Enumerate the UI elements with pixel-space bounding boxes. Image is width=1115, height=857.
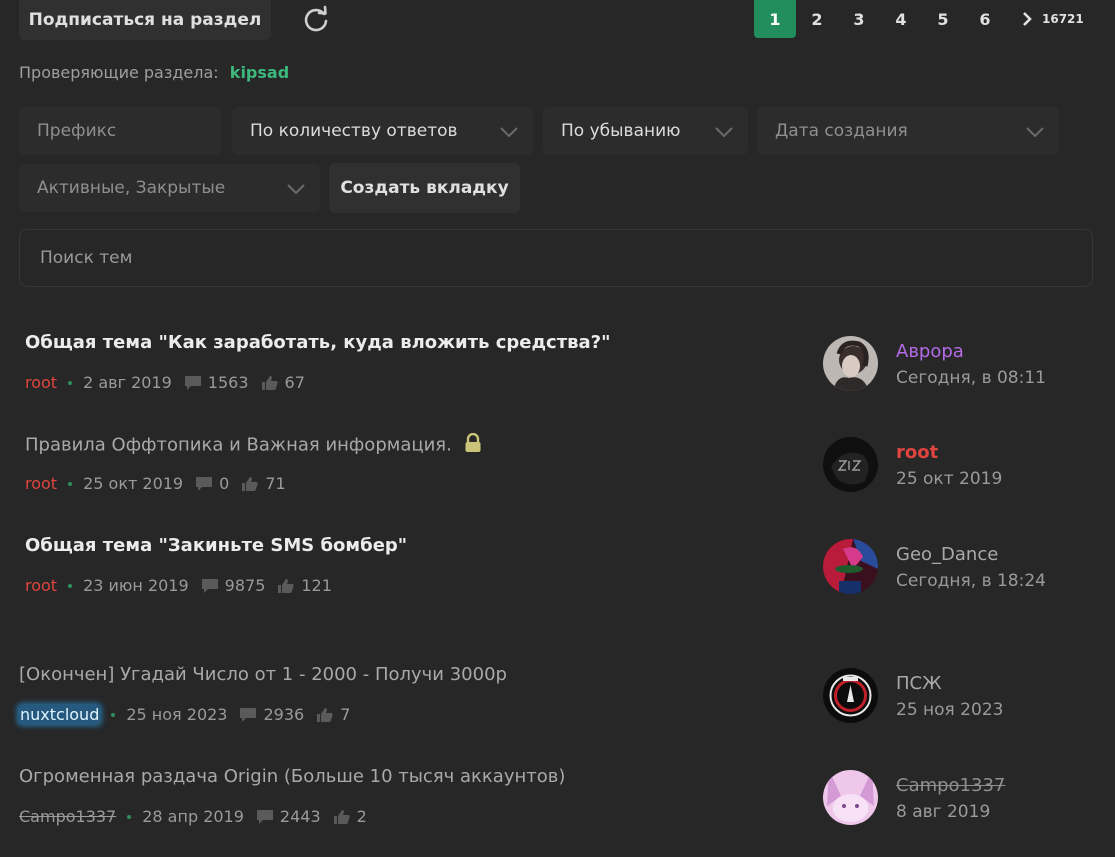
last-post-user[interactable]: Geo_Dance	[896, 544, 998, 565]
thread-author[interactable]: root	[25, 576, 57, 595]
thread-title[interactable]: Общая тема "Закиньте SMS бомбер"	[25, 535, 407, 556]
comment-icon	[256, 809, 274, 825]
section-reviewers: Проверяющие раздела: kipsad	[19, 63, 289, 82]
thumbs-up-icon	[241, 476, 259, 492]
avatar[interactable]	[823, 437, 878, 492]
thread-date: 23 июн 2019	[83, 576, 189, 595]
thread-likes: 121	[301, 576, 332, 595]
reviewer-link[interactable]: kipsad	[230, 63, 289, 82]
thread-date: 2 авг 2019	[83, 373, 172, 392]
last-post-date[interactable]: 8 авг 2019	[896, 802, 990, 822]
thread-title[interactable]: Общая тема "Как заработать, куда вложить…	[25, 332, 611, 353]
last-post-date[interactable]: Сегодня, в 18:24	[896, 571, 1046, 591]
thread-author[interactable]: nuxtcloud	[19, 705, 101, 724]
thumbs-up-icon	[316, 707, 334, 723]
thread-row[interactable]: Огроменная раздача Origin (Больше 10 тыс…	[0, 759, 1115, 855]
create-tab-button[interactable]: Создать вкладку	[329, 163, 520, 213]
comment-icon	[195, 476, 213, 492]
date-created-label: Дата создания	[775, 121, 908, 141]
thread-date: 28 апр 2019	[142, 807, 244, 826]
separator-dot	[111, 712, 116, 717]
state-label: Активные, Закрытые	[37, 178, 226, 198]
last-post-user[interactable]: Campo1337	[896, 775, 1005, 796]
avatar[interactable]	[823, 539, 878, 594]
avatar[interactable]	[823, 336, 878, 391]
reviewers-label: Проверяющие раздела:	[19, 63, 219, 82]
thread-date: 25 окт 2019	[83, 474, 184, 493]
avatar[interactable]	[823, 668, 878, 723]
chevron-down-icon	[286, 180, 306, 200]
thread-row[interactable]: [Окончен] Угадай Число от 1 - 2000 - Пол…	[0, 657, 1115, 753]
last-post-user[interactable]: ПСЖ	[896, 673, 942, 694]
thumbs-up-icon	[277, 578, 295, 594]
thread-likes: 67	[284, 373, 305, 392]
date-created-select[interactable]: Дата создания	[757, 107, 1059, 155]
page-5-link[interactable]: 5	[922, 0, 964, 38]
thread-row[interactable]: Правила Оффтопика и Важная информация. r…	[0, 426, 1115, 522]
order-label: По убыванию	[561, 121, 681, 141]
thread-likes: 2	[356, 807, 367, 826]
separator-dot	[127, 814, 132, 819]
search-placeholder: Поиск тем	[40, 248, 133, 268]
prefix-filter[interactable]: Префикс	[19, 107, 222, 155]
lock-icon	[464, 432, 482, 458]
thread-title-container: Правила Оффтопика и Важная информация.	[25, 432, 482, 458]
thread-replies: 1563	[207, 373, 249, 392]
page-1-link[interactable]: 1	[754, 0, 796, 38]
thread-title[interactable]: [Окончен] Угадай Число от 1 - 2000 - Пол…	[19, 664, 507, 685]
search-input[interactable]: Поиск тем	[19, 229, 1093, 287]
prefix-filter-label: Префикс	[37, 121, 117, 141]
refresh-icon[interactable]	[298, 2, 334, 38]
last-post-user[interactable]: root	[896, 442, 938, 463]
avatar[interactable]	[823, 770, 878, 825]
thread-replies: 2443	[279, 807, 321, 826]
chevron-down-icon	[1025, 123, 1045, 143]
thread-author[interactable]: root	[25, 474, 57, 493]
thread-likes: 7	[340, 705, 351, 724]
page-3-link[interactable]: 3	[838, 0, 880, 38]
thread-date: 25 ноя 2023	[126, 705, 228, 724]
page-2-link[interactable]: 2	[796, 0, 838, 38]
thread-likes: 71	[265, 474, 286, 493]
thread-replies: 9875	[224, 576, 266, 595]
page-last-link[interactable]: 16721	[1042, 12, 1084, 26]
page-4-link[interactable]: 4	[880, 0, 922, 38]
chevron-right-icon[interactable]	[1014, 0, 1040, 38]
sort-by-label: По количеству ответов	[250, 121, 458, 141]
thumbs-up-icon	[333, 809, 351, 825]
thread-row[interactable]: Общая тема "Закиньте SMS бомбер" root 23…	[0, 528, 1115, 624]
comment-icon	[201, 578, 219, 594]
subscribe-button[interactable]: Подписаться на раздел	[19, 0, 271, 40]
comment-icon	[239, 707, 257, 723]
separator-dot	[68, 481, 73, 486]
pagination: 1 2 3 4 5 6 16721	[754, 0, 1084, 38]
last-post-date[interactable]: Сегодня, в 08:11	[896, 368, 1046, 388]
separator-dot	[68, 380, 73, 385]
comment-icon	[184, 375, 202, 391]
thread-author[interactable]: root	[25, 373, 57, 392]
last-post-date[interactable]: 25 окт 2019	[896, 469, 1002, 489]
order-select[interactable]: По убыванию	[543, 107, 748, 155]
state-select[interactable]: Активные, Закрытые	[19, 164, 320, 212]
thread-row[interactable]: Общая тема "Как заработать, куда вложить…	[0, 325, 1115, 421]
thumbs-up-icon	[261, 375, 279, 391]
last-post-date[interactable]: 25 ноя 2023	[896, 700, 1003, 720]
thread-author[interactable]: Campo1337	[19, 807, 116, 826]
chevron-down-icon	[499, 123, 519, 143]
last-post-user[interactable]: Аврора	[896, 341, 964, 362]
page-6-link[interactable]: 6	[964, 0, 1006, 38]
thread-replies: 2936	[263, 705, 305, 724]
chevron-down-icon	[714, 123, 734, 143]
thread-title[interactable]: Огроменная раздача Origin (Больше 10 тыс…	[19, 766, 565, 787]
thread-title[interactable]: Правила Оффтопика и Важная информация.	[25, 435, 452, 456]
sort-by-select[interactable]: По количеству ответов	[232, 107, 533, 155]
separator-dot	[68, 583, 73, 588]
thread-replies: 0	[219, 474, 230, 493]
